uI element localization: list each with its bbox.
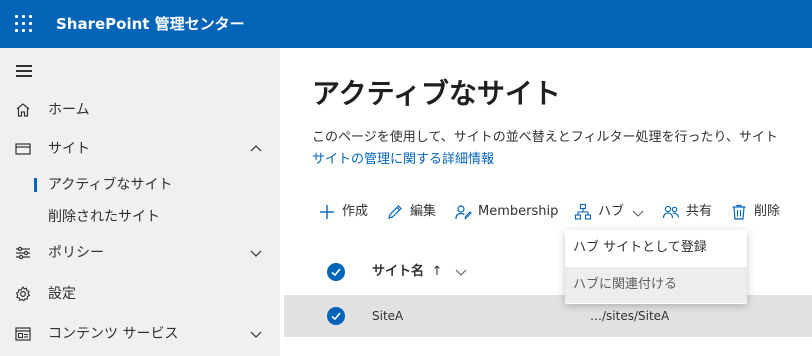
edit-icon — [388, 205, 402, 219]
command-bar: 作成 編集 Membership ハブ 共有 削除 — [312, 200, 812, 224]
column-header-site-name[interactable]: サイト名 ↑ — [372, 254, 442, 290]
nav-label-content-services: コンテンツ サービス — [48, 326, 179, 342]
hamburger-menu-icon[interactable] — [16, 65, 32, 77]
menu-item-register-hub[interactable]: ハブ サイトとして登録 — [565, 230, 747, 266]
plus-icon — [320, 205, 334, 219]
app-launcher-icon[interactable] — [14, 14, 34, 34]
share-icon — [662, 205, 680, 219]
main-content: アクティブなサイト このページを使用して、サイトの並べ替えとフィルター処理を行っ… — [280, 48, 812, 356]
select-all-checkbox[interactable] — [327, 263, 345, 281]
sort-ascending-icon: ↑ — [431, 264, 443, 279]
column-header-label: サイト名 — [372, 264, 425, 279]
page-title: アクティブなサイト — [312, 77, 561, 110]
nav-label-sites: サイト — [48, 141, 90, 157]
content-services-icon — [15, 327, 31, 341]
chevron-down-icon[interactable] — [250, 328, 262, 340]
nav-label-home: ホーム — [48, 102, 90, 118]
delete-label: 削除 — [754, 204, 781, 219]
nav-item-sites[interactable]: サイト — [0, 132, 280, 166]
delete-icon — [732, 204, 746, 220]
nav-label-policies: ポリシー — [48, 245, 104, 261]
site-name-cell[interactable]: SiteA — [372, 295, 403, 337]
chevron-down-icon[interactable] — [455, 266, 467, 278]
create-label: 作成 — [342, 204, 369, 219]
row-checkbox[interactable] — [327, 307, 345, 325]
share-label: 共有 — [686, 204, 713, 219]
app-title[interactable]: SharePoint 管理センター — [56, 0, 245, 48]
nav-item-home[interactable]: ホーム — [0, 93, 280, 127]
chevron-down-icon — [632, 210, 644, 217]
edit-label: 編集 — [410, 204, 437, 219]
nav-subitem-deleted-sites[interactable]: 削除されたサイト — [0, 203, 280, 231]
learn-more-link[interactable]: サイトの管理に関する詳細情報 — [312, 148, 494, 167]
policies-icon — [16, 246, 30, 260]
hub-label: ハブ — [598, 204, 625, 219]
settings-icon — [15, 285, 31, 302]
active-indicator — [34, 178, 37, 192]
home-icon — [16, 103, 30, 117]
nav-item-settings[interactable]: 設定 — [0, 277, 280, 311]
nav-sublabel-active-sites: アクティブなサイト — [48, 177, 173, 193]
app-header: SharePoint 管理センター — [0, 0, 812, 48]
menu-item-associate-hub[interactable]: ハブに関連付ける — [565, 267, 747, 303]
sites-icon — [15, 143, 31, 155]
nav-subitem-active-sites[interactable]: アクティブなサイト — [0, 171, 280, 199]
nav-label-settings: 設定 — [48, 286, 76, 302]
nav-item-policies[interactable]: ポリシー — [0, 236, 280, 270]
checkmark-icon — [331, 268, 341, 277]
checkmark-icon — [331, 312, 341, 321]
membership-label: Membership — [478, 204, 559, 219]
hub-icon — [574, 203, 592, 220]
chevron-down-icon[interactable] — [250, 247, 262, 259]
nav-sublabel-deleted-sites: 削除されたサイト — [48, 209, 160, 225]
page-description: このページを使用して、サイトの並べ替えとフィルター処理を行ったり、サイト — [312, 130, 778, 145]
membership-icon — [455, 205, 472, 220]
hub-dropdown-menu: ハブ サイトとして登録 ハブに関連付ける — [565, 230, 747, 304]
left-navigation: ホーム サイト アクティブなサイト 削除されたサイト ポリシー 設定 コンテンツ… — [0, 48, 280, 356]
chevron-up-icon[interactable] — [250, 143, 262, 155]
nav-item-content-services[interactable]: コンテンツ サービス — [0, 317, 280, 351]
